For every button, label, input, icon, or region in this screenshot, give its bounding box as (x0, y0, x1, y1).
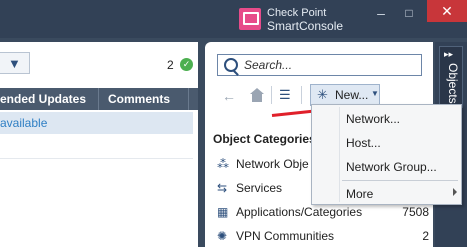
vpn-icon: ✺ (217, 229, 228, 243)
category-vpn-communities[interactable]: ✺ VPN Communities 2 (217, 228, 429, 246)
menu-item-label: Network Group... (346, 160, 437, 174)
home-icon[interactable] (250, 88, 264, 102)
category-label: Network Obje (236, 157, 309, 171)
category-count: 7508 (402, 205, 429, 219)
applications-icon: ▦ (217, 205, 229, 219)
new-star-icon: ✳ (317, 87, 328, 102)
toolbar-divider (301, 86, 302, 104)
funnel-icon: ▼ (8, 56, 21, 71)
column-divider[interactable] (98, 88, 99, 110)
search-placeholder: Search... (244, 58, 293, 72)
menu-divider (342, 180, 458, 181)
list-view-icon[interactable]: ☰ (279, 87, 291, 103)
filter-button[interactable]: ▼ (0, 52, 30, 74)
table-header: ended Updates Comments (0, 88, 198, 110)
check-icon: ✓ (180, 58, 193, 71)
chevron-down-icon: ▼ (371, 89, 379, 98)
menu-item-label: More (346, 187, 374, 201)
minimize-button[interactable]: – (372, 6, 390, 20)
new-dropdown-menu: Network... Host... Network Group... More (311, 104, 462, 205)
category-count: 2 (422, 229, 429, 243)
maximize-button[interactable]: □ (400, 6, 418, 20)
toolbar-divider (271, 86, 272, 104)
update-count: 2 (167, 58, 174, 72)
close-button[interactable]: ✕ (427, 0, 467, 22)
category-label: VPN Communities (236, 229, 335, 243)
objects-tab-label: Objects (446, 63, 460, 104)
network-objects-icon: ⁂ (217, 157, 229, 171)
checkpoint-logo: Check Point SmartConsole (236, 5, 348, 33)
category-label: Services (236, 181, 283, 195)
column-divider[interactable] (188, 88, 189, 110)
menu-item-label: Host... (346, 136, 381, 150)
new-object-button[interactable]: ✳ New... ▼ (310, 84, 380, 106)
update-status-link[interactable]: available (0, 116, 47, 130)
menu-item-host[interactable]: Host... (312, 132, 461, 154)
menu-item-network[interactable]: Network... (312, 108, 461, 130)
objects-side-tab[interactable]: ▸▸ Objects (439, 46, 463, 108)
back-arrow-icon[interactable]: ← (222, 88, 236, 104)
table-row[interactable]: available (0, 112, 193, 134)
brand-name: Check Point (267, 7, 327, 19)
category-label: Applications/Categories (236, 205, 363, 219)
services-icon: ⇆ (217, 181, 228, 195)
smartconsole-logo-icon (239, 8, 261, 30)
category-applications[interactable]: ▦ Applications/Categories 7508 (217, 204, 429, 222)
column-header-updates[interactable]: ended Updates (0, 92, 86, 106)
search-icon (224, 58, 238, 72)
menu-item-more[interactable]: More (312, 183, 461, 205)
double-chevron-right-icon[interactable]: ▸▸ (444, 49, 453, 60)
new-button-label: New... (335, 88, 369, 102)
object-categories-title: Object Categories (213, 132, 316, 146)
column-header-comments[interactable]: Comments (108, 92, 170, 106)
menu-item-label: Network... (346, 112, 401, 126)
menu-item-network-group[interactable]: Network Group... (312, 156, 461, 178)
search-input[interactable]: Search... (217, 54, 422, 76)
table-row[interactable] (0, 134, 193, 159)
product-name: SmartConsole (267, 19, 344, 33)
gateways-panel: ▼ 2 ✓ ended Updates Comments available (0, 42, 198, 247)
submenu-arrow-icon (453, 188, 457, 196)
title-bar: Check Point SmartConsole – □ ✕ (0, 0, 467, 38)
